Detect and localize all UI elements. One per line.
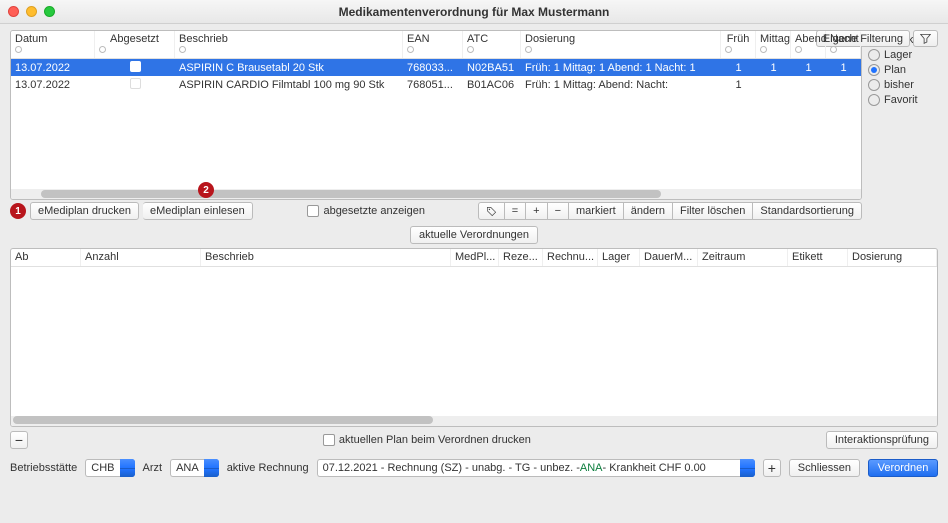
cell-atc: N02BA51: [463, 62, 521, 74]
add-rechnung-button[interactable]: +: [763, 459, 781, 477]
schliessen-button[interactable]: Schliessen: [789, 459, 860, 477]
aktuellen-plan-checkbox[interactable]: [323, 434, 335, 446]
arzt-value: ANA: [170, 459, 204, 477]
aendern-button[interactable]: ändern: [624, 202, 673, 220]
emediplan-einlesen-button[interactable]: eMediplan einlesen: [143, 202, 253, 220]
window-title: Medikamentenverordnung für Max Musterman…: [0, 5, 948, 19]
betrieb-value: CHB: [85, 459, 119, 477]
cell-atc: B01AC06: [463, 79, 521, 91]
col-abgesetzt[interactable]: Abgesetzt: [99, 33, 170, 45]
tag-icon-button[interactable]: [478, 202, 505, 220]
abgesetzt-checkbox[interactable]: [130, 78, 141, 89]
cell-fr: 1: [721, 62, 756, 74]
stepper-icon[interactable]: [120, 459, 135, 477]
radio-lager[interactable]: [868, 49, 880, 61]
minus-button[interactable]: −: [548, 202, 569, 220]
col-mittag[interactable]: Mittag: [760, 33, 786, 45]
col2-anzahl[interactable]: Anzahl: [81, 249, 201, 266]
rechnung-value: 07.12.2021 - Rechnung (SZ) - unabg. - TG…: [317, 459, 740, 477]
filter-loeschen-button[interactable]: Filter löschen: [673, 202, 753, 220]
badge-1: 1: [10, 203, 26, 219]
table-header: Datum Abgesetzt Beschrieb EAN ATC Dosier…: [11, 31, 861, 59]
col-atc[interactable]: ATC: [467, 33, 516, 45]
radio-label: bisher: [884, 79, 914, 91]
col2-zeitraum[interactable]: Zeitraum: [698, 249, 788, 266]
tag-icon: [486, 206, 497, 217]
standardsortierung-button[interactable]: Standardsortierung: [753, 202, 862, 220]
betrieb-select[interactable]: CHB: [85, 459, 134, 477]
badge-2: 2: [198, 182, 214, 198]
close-window[interactable]: [8, 6, 19, 17]
cell-ab: 1: [791, 62, 826, 74]
cell-na: 1: [826, 62, 861, 74]
radio-plan[interactable]: [868, 64, 880, 76]
col2-beschrieb[interactable]: Beschrieb: [201, 249, 451, 266]
col-beschrieb[interactable]: Beschrieb: [179, 33, 398, 45]
funnel-icon: [920, 33, 931, 44]
emediplan-drucken-button[interactable]: eMediplan drucken: [30, 202, 139, 220]
cell-fr: 1: [721, 79, 756, 91]
cell-datum: 13.07.2022: [11, 79, 95, 91]
abgesetzte-checkbox[interactable]: [307, 205, 319, 217]
filter-icon-button[interactable]: [913, 30, 938, 47]
table-row[interactable]: 13.07.2022 ASPIRIN CARDIO Filmtabl 100 m…: [11, 76, 861, 93]
cell-ean: 768051...: [403, 79, 463, 91]
col2-lager[interactable]: Lager: [598, 249, 640, 266]
col2-dosierung[interactable]: Dosierung: [848, 249, 937, 266]
arzt-select[interactable]: ANA: [170, 459, 219, 477]
table-row[interactable]: 13.07.2022 ASPIRIN C Brausetabl 20 Stk 7…: [11, 59, 861, 76]
cell-dos: Früh: 1 Mittag: Abend: Nacht:: [521, 79, 721, 91]
radio-label: Lager: [884, 49, 912, 61]
cell-beschrieb: ASPIRIN CARDIO Filmtabl 100 mg 90 Stk: [175, 79, 403, 91]
col-abend[interactable]: Abend: [795, 33, 821, 45]
col2-dauer[interactable]: DauerM...: [640, 249, 698, 266]
abgesetzt-checkbox[interactable]: [130, 61, 141, 72]
radio-label: Plan: [884, 64, 906, 76]
table2-header: Ab Anzahl Beschrieb MedPl... Reze... Rec…: [11, 249, 937, 267]
cell-datum: 13.07.2022: [11, 62, 95, 74]
col2-reze[interactable]: Reze...: [499, 249, 543, 266]
radio-label: Favorit: [884, 94, 918, 106]
stepper-icon[interactable]: [204, 459, 219, 477]
col2-medpl[interactable]: MedPl...: [451, 249, 499, 266]
traffic-lights: [8, 6, 55, 17]
cell-dos: Früh: 1 Mittag: 1 Abend: 1 Nacht: 1: [521, 62, 721, 74]
table2-body: [11, 267, 937, 415]
cell-mi: 1: [756, 62, 791, 74]
col2-ab[interactable]: Ab: [11, 249, 81, 266]
plus-button[interactable]: +: [526, 202, 547, 220]
betrieb-label: Betriebsstätte: [10, 462, 77, 474]
remove-button[interactable]: −: [10, 431, 28, 449]
aktuellen-plan-label: aktuellen Plan beim Verordnen drucken: [339, 434, 531, 446]
interaktionspruefung-button[interactable]: Interaktionsprüfung: [826, 431, 938, 449]
titlebar: Medikamentenverordnung für Max Musterman…: [0, 0, 948, 24]
col-datum[interactable]: Datum: [15, 33, 90, 45]
col-dosierung[interactable]: Dosierung: [525, 33, 716, 45]
stepper-icon[interactable]: [740, 459, 755, 477]
radio-favorit[interactable]: [868, 94, 880, 106]
zoom-window[interactable]: [44, 6, 55, 17]
abgesetzte-label: abgesetzte anzeigen: [323, 205, 425, 217]
radio-bisher[interactable]: [868, 79, 880, 91]
cell-ean: 768033...: [403, 62, 463, 74]
verordnen-button[interactable]: Verordnen: [868, 459, 938, 477]
rechnung-select[interactable]: 07.12.2021 - Rechnung (SZ) - unabg. - TG…: [317, 459, 755, 477]
col-frueh[interactable]: Früh: [725, 33, 751, 45]
arzt-label: Arzt: [143, 462, 163, 474]
h-scrollbar[interactable]: [11, 189, 861, 199]
col2-etikett[interactable]: Etikett: [788, 249, 848, 266]
col2-rechnu[interactable]: Rechnu...: [543, 249, 598, 266]
aktive-rechnung-label: aktive Rechnung: [227, 462, 309, 474]
col-ean[interactable]: EAN: [407, 33, 458, 45]
minimize-window[interactable]: [26, 6, 37, 17]
medication-table: Datum Abgesetzt Beschrieb EAN ATC Dosier…: [10, 30, 862, 200]
cell-beschrieb: ASPIRIN C Brausetabl 20 Stk: [175, 62, 403, 74]
col-nacht[interactable]: Nacht: [830, 33, 856, 45]
markiert-button[interactable]: markiert: [569, 202, 624, 220]
equals-button[interactable]: =: [505, 202, 526, 220]
table-body: 13.07.2022 ASPIRIN C Brausetabl 20 Stk 7…: [11, 59, 861, 189]
aktuelle-verordnungen-button[interactable]: aktuelle Verordnungen: [410, 226, 538, 244]
verordnungen-table: Ab Anzahl Beschrieb MedPl... Reze... Rec…: [10, 248, 938, 427]
h-scrollbar-2[interactable]: [11, 416, 937, 426]
